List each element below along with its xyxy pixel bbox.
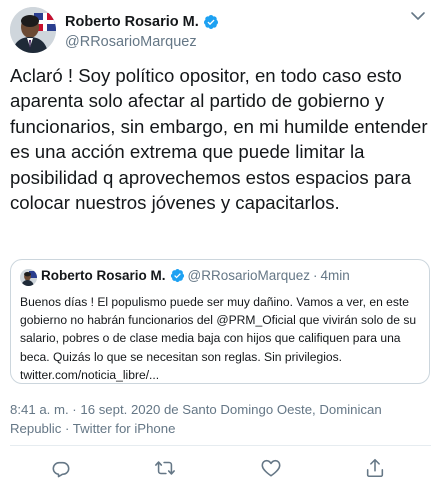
quoted-handle: @RRosarioMarquez (187, 268, 311, 283)
heart-icon[interactable] (260, 457, 282, 479)
author-display-name[interactable]: Roberto Rosario M. (65, 14, 199, 30)
author-info: Roberto Rosario M. @RRosarioMarquez (65, 13, 219, 50)
quoted-avatar (20, 269, 37, 286)
quoted-tweet[interactable]: Roberto Rosario M. @RRosarioMarquez · 4m… (10, 259, 430, 384)
chevron-down-icon[interactable] (409, 9, 427, 23)
author-handle[interactable]: @RRosarioMarquez (65, 34, 219, 50)
verified-badge-icon (170, 268, 185, 283)
quoted-timestamp: 4min (320, 268, 350, 283)
tweet-header: Roberto Rosario M. @RRosarioMarquez (10, 7, 431, 53)
share-icon[interactable] (364, 457, 386, 479)
author-name-row[interactable]: Roberto Rosario M. (65, 14, 219, 30)
quoted-tweet-text: Buenos días ! El populismo puede ser muy… (20, 295, 417, 382)
tweet-text: Aclaró ! Soy político opositor, en todo … (10, 65, 428, 214)
quoted-display-name: Roberto Rosario M. (41, 268, 166, 283)
reply-icon[interactable] (50, 457, 72, 479)
quoted-separator: · (313, 268, 318, 283)
tweet-card: Roberto Rosario M. @RRosarioMarquez Acla… (0, 0, 441, 493)
avatar[interactable] (10, 7, 56, 53)
verified-badge-icon (203, 14, 219, 30)
tweet-metadata: 8:41 a. m. · 16 sept. 2020 de Santo Domi… (10, 402, 382, 436)
retweet-icon[interactable] (154, 457, 176, 479)
action-bar (0, 447, 441, 493)
quoted-header: Roberto Rosario M. @RRosarioMarquez · 4m… (41, 268, 350, 283)
divider (10, 445, 431, 446)
